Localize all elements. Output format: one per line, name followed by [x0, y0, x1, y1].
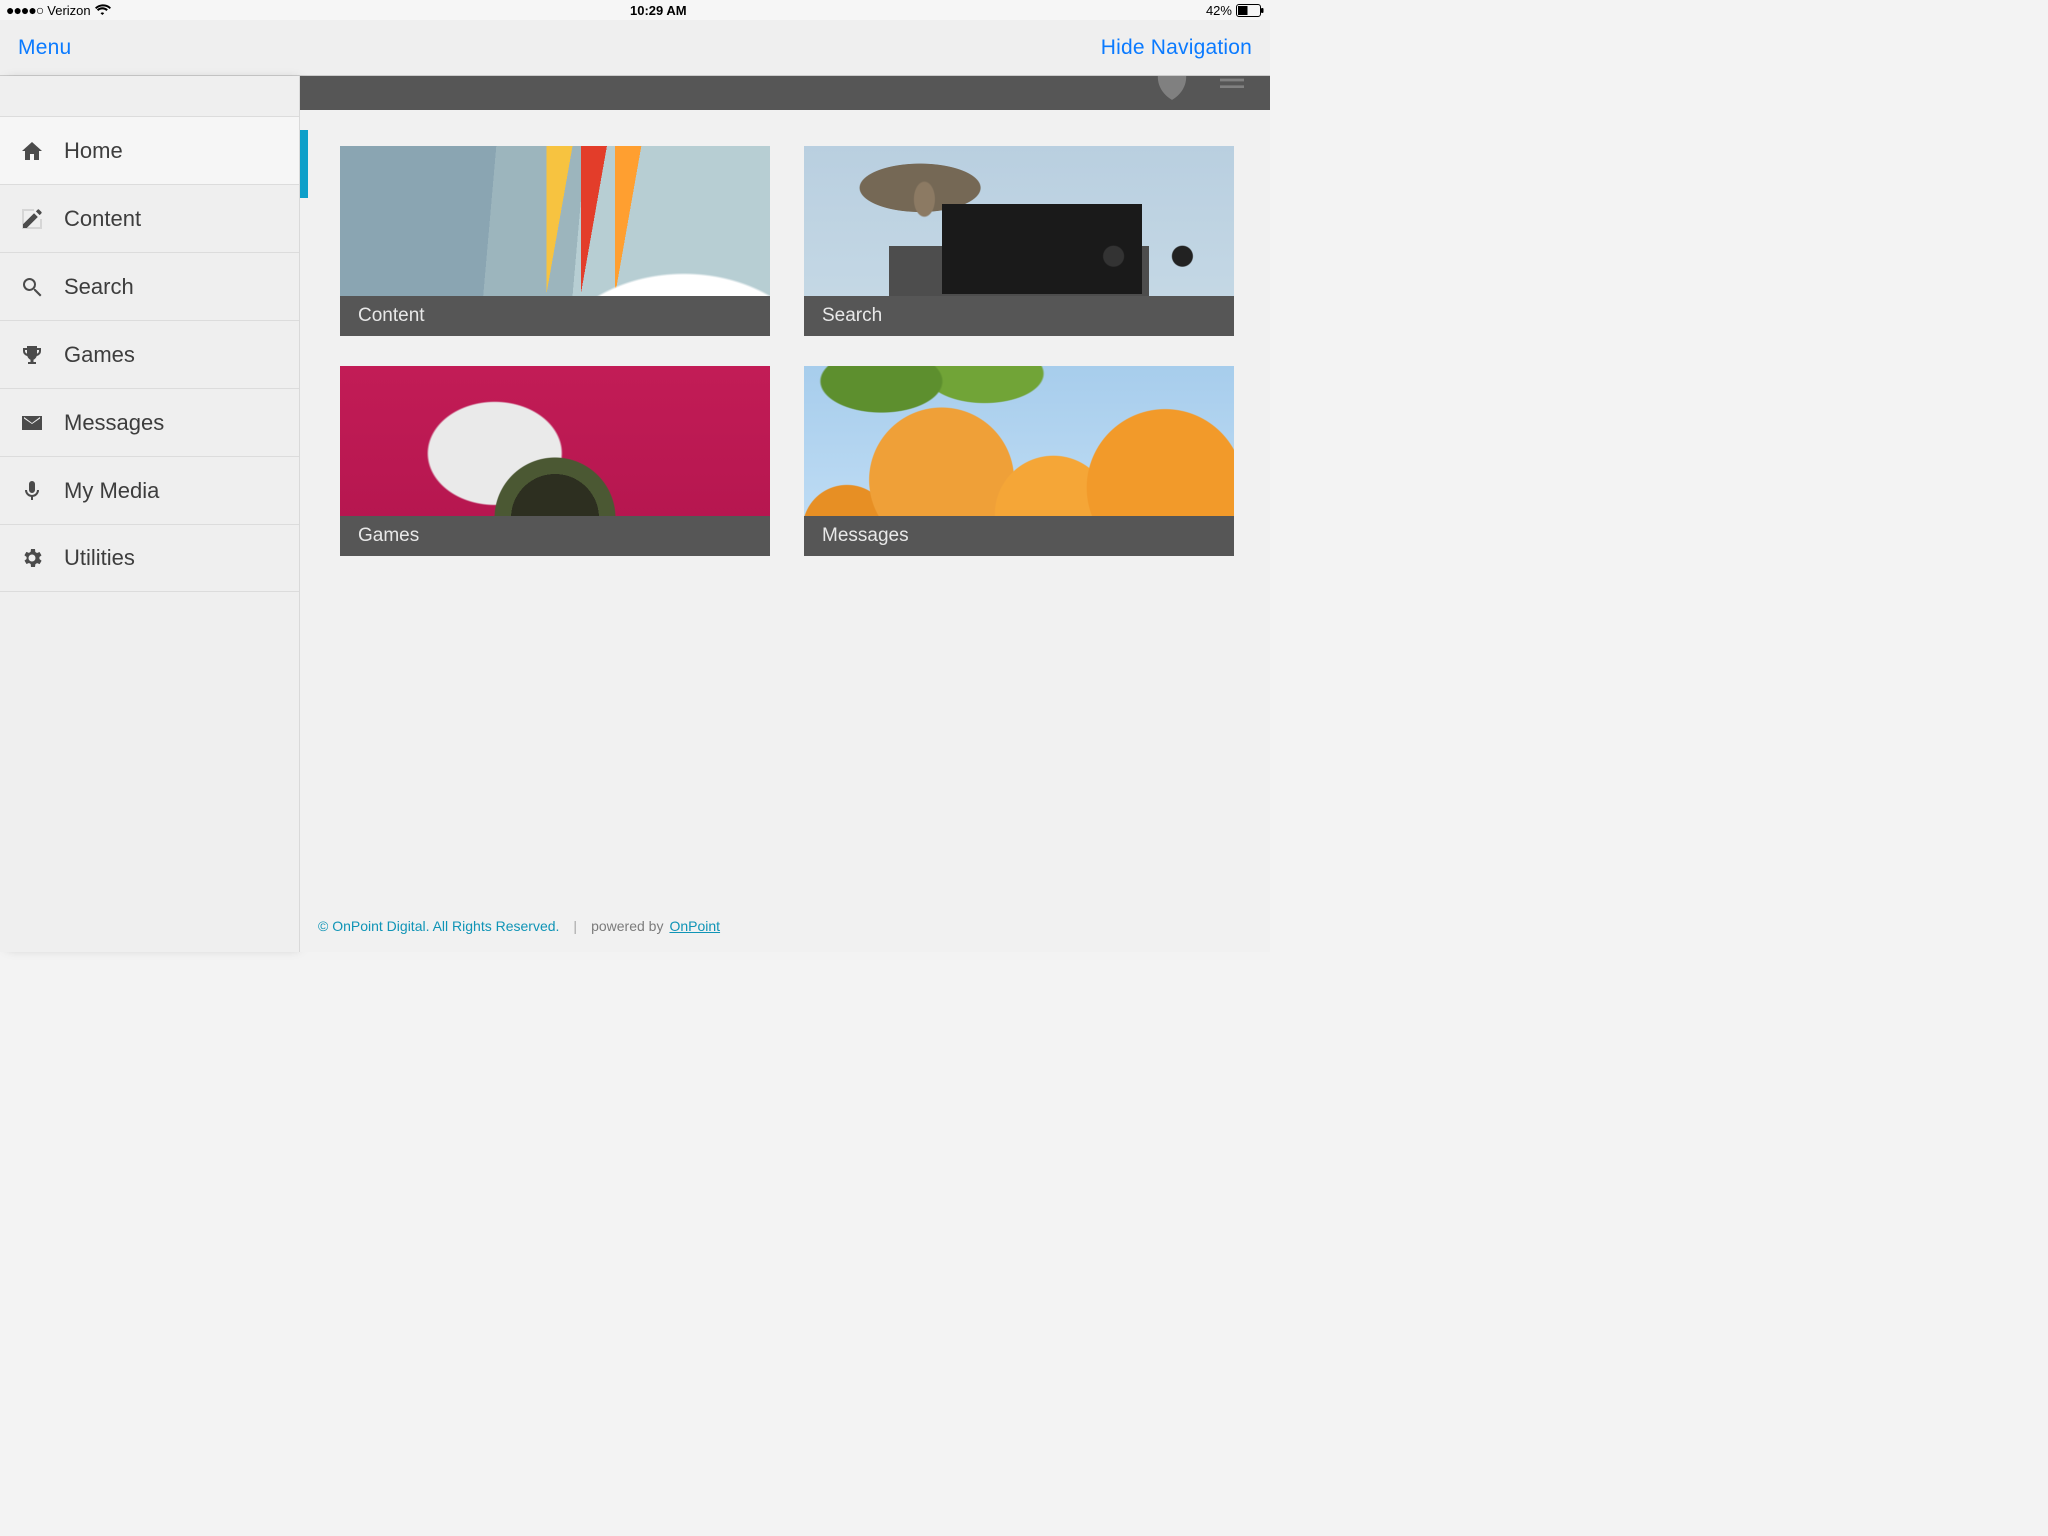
tile-search[interactable]: Search	[804, 146, 1234, 336]
menu-button[interactable]: Menu	[18, 36, 71, 60]
sidebar-item-utilities[interactable]: Utilities	[0, 524, 299, 592]
sidebar-item-label: Games	[64, 342, 135, 368]
battery-icon	[1236, 4, 1264, 17]
tile-messages[interactable]: Messages	[804, 366, 1234, 556]
envelope-icon	[18, 411, 46, 435]
footer-separator: |	[573, 918, 577, 934]
home-icon	[18, 139, 46, 163]
trophy-icon	[18, 343, 46, 367]
app-navbar: Menu Hide Navigation	[0, 20, 1270, 76]
sidebar-item-games[interactable]: Games	[0, 320, 299, 388]
sidebar-item-content[interactable]: Content	[0, 184, 299, 252]
gear-icon	[18, 546, 46, 570]
sidebar-item-my-media[interactable]: My Media	[0, 456, 299, 524]
tile-caption: Search	[804, 296, 1234, 336]
tile-caption: Messages	[804, 516, 1234, 556]
edit-icon	[18, 207, 46, 231]
page-header-band	[300, 76, 1270, 110]
tile-caption: Content	[340, 296, 770, 336]
footer-copyright: © OnPoint Digital. All Rights Reserved.	[318, 918, 559, 934]
sidebar-item-search[interactable]: Search	[0, 252, 299, 320]
footer-powered-prefix: powered by	[591, 918, 663, 934]
sidebar-item-label: Content	[64, 206, 141, 232]
signal-strength-icon: ●●●●○	[6, 2, 43, 18]
mic-icon	[18, 479, 46, 503]
page-content: Content Search Games Messages © OnPoint …	[300, 76, 1270, 952]
search-icon	[18, 275, 46, 299]
carrier-label: Verizon	[47, 3, 90, 18]
sidebar-item-label: Search	[64, 274, 134, 300]
hamburger-icon	[1212, 76, 1252, 100]
sidebar: Home Content Search Games Messages	[0, 76, 300, 952]
shield-icon	[1152, 76, 1192, 100]
sidebar-item-home[interactable]: Home	[0, 116, 299, 184]
footer-powered-link[interactable]: OnPoint	[669, 918, 720, 934]
active-indicator	[300, 130, 308, 198]
sidebar-item-label: My Media	[64, 478, 159, 504]
tile-games[interactable]: Games	[340, 366, 770, 556]
sidebar-item-messages[interactable]: Messages	[0, 388, 299, 456]
wifi-icon	[95, 4, 111, 16]
sidebar-item-label: Utilities	[64, 545, 135, 571]
footer: © OnPoint Digital. All Rights Reserved. …	[300, 904, 1270, 952]
tile-content[interactable]: Content	[340, 146, 770, 336]
sidebar-item-label: Home	[64, 138, 123, 164]
sidebar-item-label: Messages	[64, 410, 164, 436]
tile-caption: Games	[340, 516, 770, 556]
hide-navigation-button[interactable]: Hide Navigation	[1101, 36, 1252, 60]
clock-label: 10:29 AM	[630, 3, 687, 18]
battery-percent: 42%	[1206, 3, 1232, 18]
status-bar: ●●●●○ Verizon 10:29 AM 42%	[0, 0, 1270, 20]
